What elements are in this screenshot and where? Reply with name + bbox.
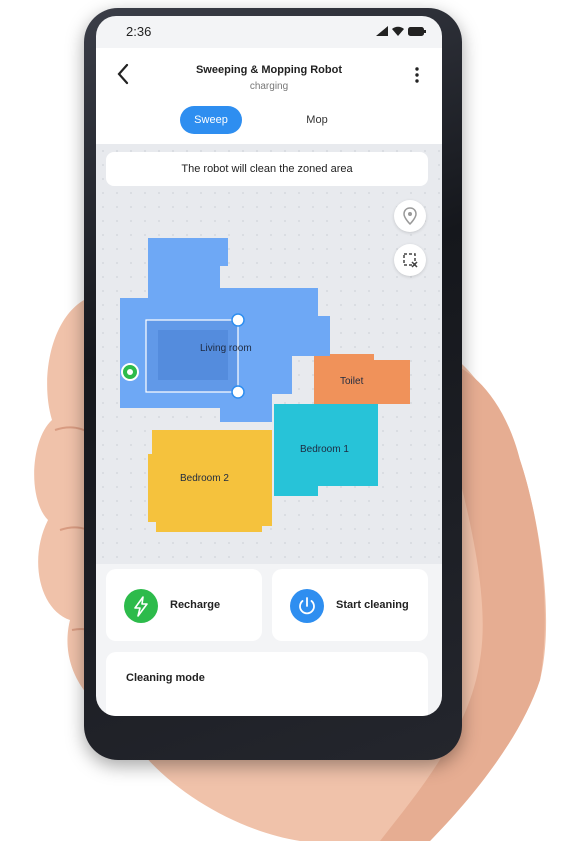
room-label-toilet: Toilet — [340, 376, 364, 387]
floor-map — [120, 238, 410, 532]
recharge-button[interactable]: Recharge — [106, 569, 262, 641]
zone-rotate-handle[interactable] — [231, 313, 245, 327]
zone-resize-handle[interactable] — [231, 385, 245, 399]
room-label-living-room: Living room — [200, 343, 252, 354]
app-screen: 2:36 Sweeping & Mopping Robot charging S… — [96, 16, 442, 716]
power-icon — [290, 589, 324, 623]
start-cleaning-button[interactable]: Start cleaning — [272, 569, 428, 641]
room-label-bedroom-1: Bedroom 1 — [300, 444, 349, 455]
room-label-bedroom-2: Bedroom 2 — [180, 473, 229, 484]
start-cleaning-label: Start cleaning — [336, 599, 409, 611]
lightning-icon — [124, 589, 158, 623]
cleaning-mode-title: Cleaning mode — [126, 672, 205, 684]
cleaning-mode-panel[interactable]: Cleaning mode — [106, 652, 428, 716]
recharge-label: Recharge — [170, 599, 221, 611]
